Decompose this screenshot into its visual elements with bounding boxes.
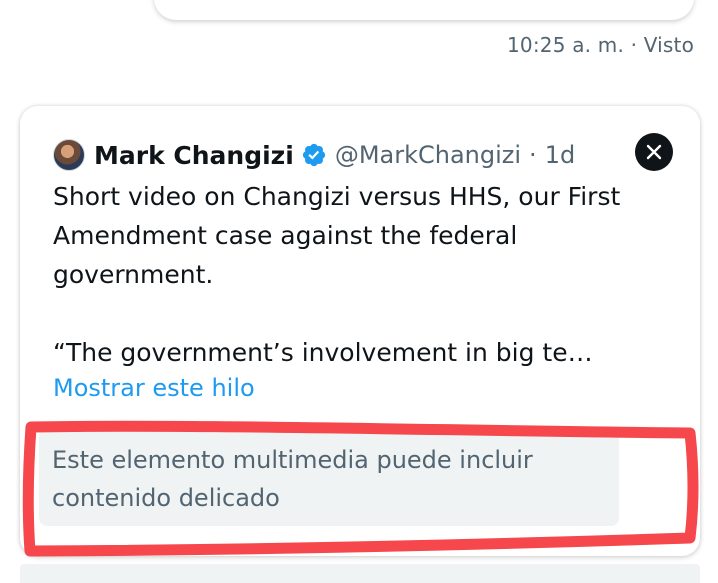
red-highlight-annotation	[22, 420, 699, 557]
